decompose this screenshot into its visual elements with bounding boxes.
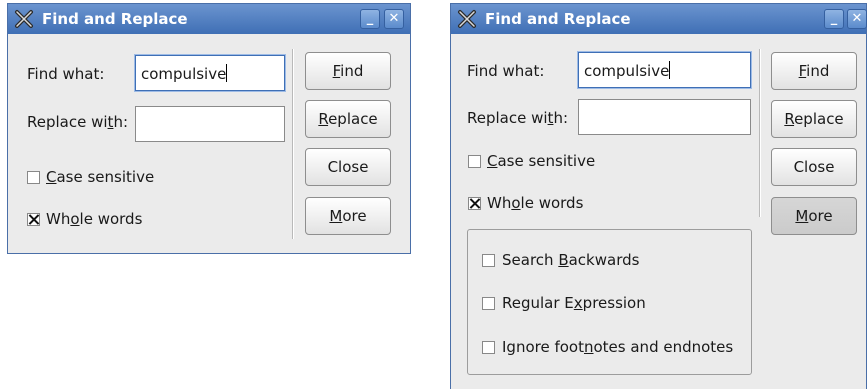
regular-expression-label[interactable]: Regular Expression bbox=[502, 294, 646, 312]
ignore-footnotes-checkbox[interactable] bbox=[482, 341, 495, 354]
close-window-button[interactable]: ✕ bbox=[384, 9, 404, 29]
search-backwards-checkbox[interactable] bbox=[482, 254, 495, 267]
find-what-input[interactable]: compulsive bbox=[135, 55, 285, 91]
whole-words-label[interactable]: Whole words bbox=[46, 210, 142, 228]
replace-with-input[interactable] bbox=[578, 99, 751, 135]
find-what-label: Find what: bbox=[27, 65, 105, 83]
case-sensitive-label[interactable]: Case sensitive bbox=[487, 152, 595, 170]
replace-with-input[interactable] bbox=[135, 106, 285, 142]
minimize-icon: _ bbox=[366, 11, 374, 26]
replace-button[interactable]: Replace bbox=[771, 100, 857, 138]
close-icon: ✕ bbox=[851, 11, 863, 26]
minimize-icon: _ bbox=[830, 11, 838, 26]
find-button[interactable]: Find bbox=[305, 52, 391, 90]
regular-expression-checkbox[interactable] bbox=[482, 297, 495, 310]
more-button[interactable]: More bbox=[305, 197, 391, 235]
x-app-icon bbox=[458, 10, 476, 28]
title-bar[interactable]: Find and Replace _ ✕ bbox=[8, 4, 410, 34]
close-button[interactable]: Close bbox=[305, 148, 391, 186]
find-what-input[interactable]: compulsive bbox=[578, 52, 751, 88]
title-bar[interactable]: Find and Replace _ ✕ bbox=[451, 4, 867, 34]
search-backwards-label[interactable]: Search Backwards bbox=[502, 251, 639, 269]
find-replace-dialog: Find and Replace _ ✕ Find what: compulsi… bbox=[7, 3, 411, 254]
vertical-separator bbox=[759, 49, 760, 217]
close-window-button[interactable]: ✕ bbox=[847, 9, 867, 29]
find-replace-dialog-expanded: Find and Replace _ ✕ Find what: compulsi… bbox=[450, 3, 867, 389]
replace-button[interactable]: Replace bbox=[305, 100, 391, 138]
more-button[interactable]: More bbox=[771, 197, 857, 235]
replace-with-label: Replace with: bbox=[467, 109, 568, 127]
find-button[interactable]: Find bbox=[771, 52, 857, 90]
minimize-button[interactable]: _ bbox=[824, 9, 844, 29]
window-title: Find and Replace bbox=[485, 10, 631, 28]
replace-with-label: Replace with: bbox=[27, 113, 128, 131]
close-button[interactable]: Close bbox=[771, 148, 857, 186]
case-sensitive-checkbox[interactable] bbox=[27, 171, 40, 184]
whole-words-checkbox[interactable] bbox=[468, 197, 481, 210]
x-app-icon bbox=[15, 10, 33, 28]
case-sensitive-label[interactable]: Case sensitive bbox=[46, 168, 154, 186]
options-groupbox: Search Backwards Regular Expression Igno… bbox=[467, 229, 752, 375]
whole-words-checkbox[interactable] bbox=[27, 213, 40, 226]
case-sensitive-checkbox[interactable] bbox=[468, 155, 481, 168]
whole-words-label[interactable]: Whole words bbox=[487, 194, 583, 212]
find-what-label: Find what: bbox=[467, 62, 545, 80]
close-icon: ✕ bbox=[388, 11, 400, 26]
ignore-footnotes-label[interactable]: Ignore footnotes and endnotes bbox=[502, 338, 733, 356]
window-title: Find and Replace bbox=[42, 10, 188, 28]
minimize-button[interactable]: _ bbox=[360, 9, 380, 29]
vertical-separator bbox=[292, 49, 293, 239]
